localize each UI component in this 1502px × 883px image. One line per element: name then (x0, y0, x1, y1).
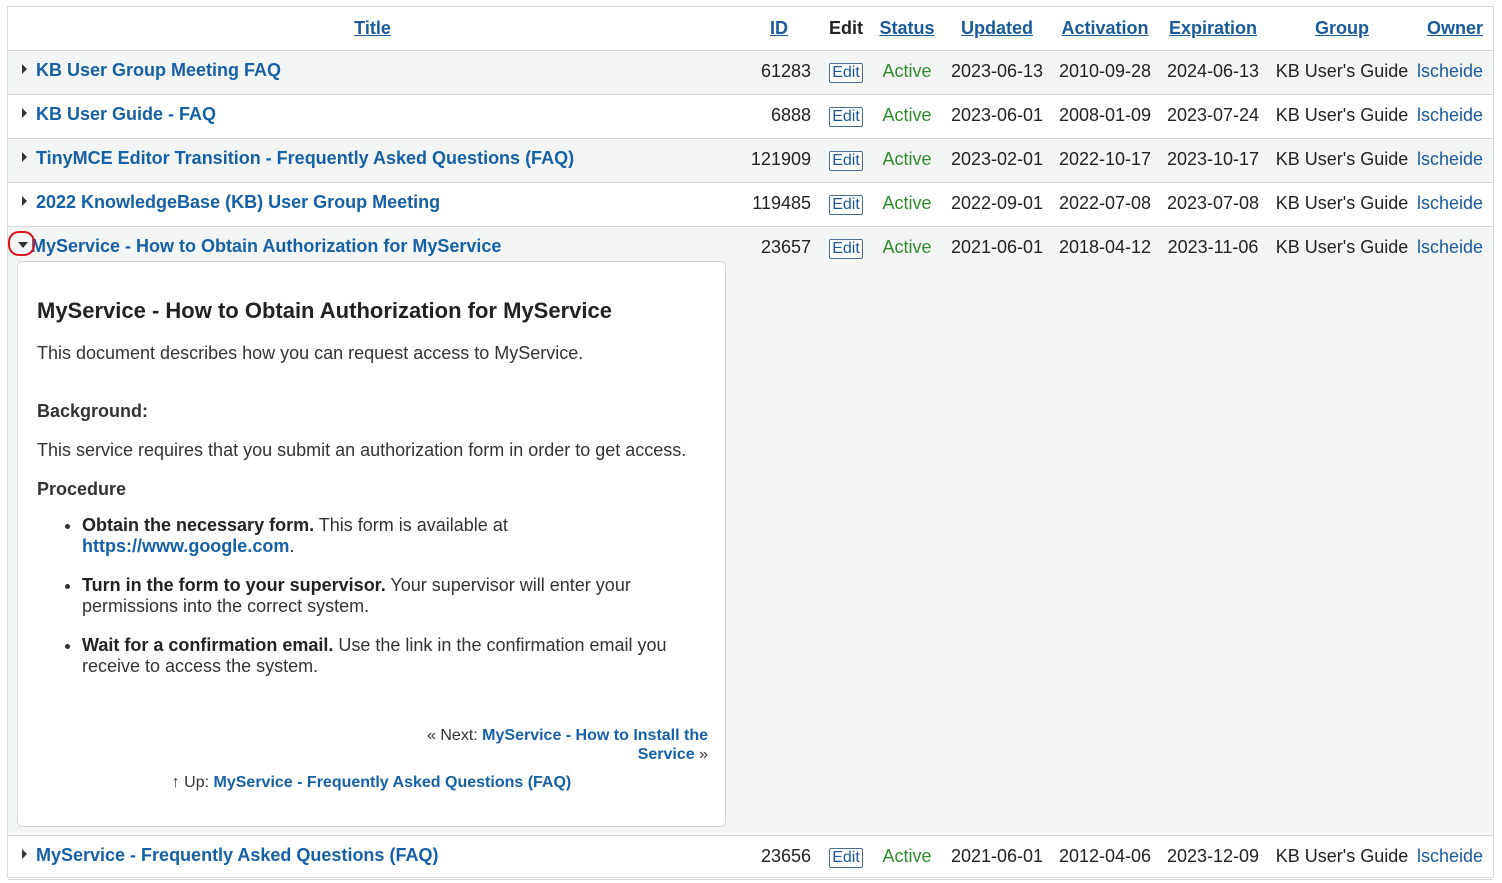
procedure-label: Procedure (37, 479, 127, 499)
updated-date: 2023-06-01 (943, 94, 1051, 139)
document-title-link[interactable]: 2022 KnowledgeBase (KB) User Group Meeti… (36, 192, 440, 212)
caret-right-icon[interactable] (22, 152, 27, 163)
status-text: Active (871, 226, 943, 836)
document-title-link[interactable]: MyService - How to Obtain Authorization … (31, 236, 501, 256)
title-cell: 2022 KnowledgeBase (KB) User Group Meeti… (8, 182, 737, 227)
preview-intro: This document describes how you can requ… (37, 343, 584, 363)
activation-date: 2008-01-09 (1051, 94, 1159, 139)
document-id: 119485 (737, 182, 821, 227)
sort-id-header[interactable]: ID (737, 7, 821, 51)
updated-date: 2023-06-13 (943, 50, 1051, 95)
owner-link[interactable]: lscheide (1417, 50, 1493, 95)
status-text: Active (871, 94, 943, 139)
next-document-link[interactable]: MyService - How to Install the Service (482, 727, 708, 763)
group-name: KB User's Guide (1267, 835, 1417, 880)
updated-date: 2021-06-01 (943, 835, 1051, 880)
expiration-date: 2023-11-06 (1159, 226, 1267, 836)
expiration-date: 2023-07-08 (1159, 182, 1267, 227)
table-row: 2022 KnowledgeBase (KB) User Group Meeti… (8, 182, 1493, 227)
caret-right-icon[interactable] (22, 64, 27, 75)
table-row: KB User Guide - FAQ 6888 Edit Active 202… (8, 94, 1493, 139)
next-navigation: « Next: MyService - How to Install the S… (427, 727, 708, 763)
requirement-text: This service requires that you submit an… (37, 440, 687, 460)
status-text: Active (871, 835, 943, 880)
caret-right-icon[interactable] (22, 108, 27, 119)
updated-date: 2023-02-01 (943, 138, 1051, 183)
title-cell: KB User Group Meeting FAQ (8, 50, 737, 95)
sort-group-header[interactable]: Group (1267, 7, 1417, 51)
expiration-date: 2023-10-17 (1159, 138, 1267, 183)
title-cell: MyService - Frequently Asked Questions (… (8, 835, 737, 880)
sort-title-header[interactable]: Title (8, 7, 737, 51)
edit-button[interactable]: Edit (829, 195, 863, 215)
document-id: 23656 (737, 835, 821, 880)
status-text: Active (871, 182, 943, 227)
status-text: Active (871, 50, 943, 95)
document-preview-panel: MyService - How to Obtain Authorization … (17, 261, 726, 827)
activation-date: 2010-09-28 (1051, 50, 1159, 95)
title-cell: MyService - How to Obtain Authorization … (8, 226, 737, 836)
expiration-date: 2024-06-13 (1159, 50, 1267, 95)
edit-button[interactable]: Edit (829, 63, 863, 83)
caret-right-icon[interactable] (22, 849, 27, 860)
sort-updated-header[interactable]: Updated (943, 7, 1051, 51)
caret-right-icon[interactable] (22, 196, 27, 207)
document-id: 6888 (737, 94, 821, 139)
table-row: KB User Group Meeting FAQ 61283 Edit Act… (8, 50, 1493, 95)
preview-heading: MyService - How to Obtain Authorization … (37, 298, 612, 323)
edit-button[interactable]: Edit (829, 239, 863, 259)
table-row: TinyMCE Editor Transition - Frequently A… (8, 138, 1493, 183)
document-title-link[interactable]: MyService - Frequently Asked Questions (… (36, 845, 438, 865)
parent-document-link[interactable]: MyService - Frequently Asked Questions (… (214, 774, 572, 791)
activation-date: 2022-07-08 (1051, 182, 1159, 227)
title-cell: KB User Guide - FAQ (8, 94, 737, 139)
edit-header: Edit (821, 7, 871, 51)
status-text: Active (871, 138, 943, 183)
edit-button[interactable]: Edit (829, 107, 863, 127)
background-label: Background: (37, 401, 149, 421)
list-item: Wait for a confirmation email. Use the l… (82, 635, 707, 677)
sort-expiration-header[interactable]: Expiration (1159, 7, 1267, 51)
document-id: 121909 (737, 138, 821, 183)
updated-date: 2022-09-01 (943, 182, 1051, 227)
procedure-steps: Obtain the necessary form. This form is … (37, 515, 707, 677)
sort-owner-header[interactable]: Owner (1417, 7, 1493, 51)
caret-down-icon[interactable] (18, 242, 28, 248)
table-row: MyService - Frequently Asked Questions (… (8, 835, 1493, 880)
group-name: KB User's Guide (1267, 226, 1417, 836)
document-title-link[interactable]: KB User Guide - FAQ (36, 104, 216, 124)
documents-table: Title ID Edit Status Updated Activation … (8, 7, 1493, 880)
group-name: KB User's Guide (1267, 94, 1417, 139)
document-title-link[interactable]: KB User Group Meeting FAQ (36, 60, 281, 80)
group-name: KB User's Guide (1267, 138, 1417, 183)
expiration-date: 2023-12-09 (1159, 835, 1267, 880)
owner-link[interactable]: lscheide (1417, 226, 1493, 836)
header-row: Title ID Edit Status Updated Activation … (8, 7, 1493, 51)
sort-status-header[interactable]: Status (871, 7, 943, 51)
group-name: KB User's Guide (1267, 182, 1417, 227)
sort-activation-header[interactable]: Activation (1051, 7, 1159, 51)
document-title-link[interactable]: TinyMCE Editor Transition - Frequently A… (36, 148, 574, 168)
owner-link[interactable]: lscheide (1417, 182, 1493, 227)
up-navigation: ↑ Up: MyService - Frequently Asked Quest… (171, 774, 572, 791)
activation-date: 2012-04-06 (1051, 835, 1159, 880)
document-id: 61283 (737, 50, 821, 95)
owner-link[interactable]: lscheide (1417, 94, 1493, 139)
edit-button[interactable]: Edit (829, 848, 863, 868)
updated-date: 2021-06-01 (943, 226, 1051, 836)
title-cell: TinyMCE Editor Transition - Frequently A… (8, 138, 737, 183)
list-item: Obtain the necessary form. This form is … (82, 515, 707, 557)
list-item: Turn in the form to your supervisor. You… (82, 575, 707, 617)
document-id: 23657 (737, 226, 821, 836)
expiration-date: 2023-07-24 (1159, 94, 1267, 139)
owner-link[interactable]: lscheide (1417, 138, 1493, 183)
edit-button[interactable]: Edit (829, 151, 863, 171)
form-link[interactable]: https://www.google.com (82, 536, 289, 556)
kb-document-list: Title ID Edit Status Updated Activation … (7, 6, 1494, 880)
activation-date: 2018-04-12 (1051, 226, 1159, 836)
table-row-expanded: MyService - How to Obtain Authorization … (8, 226, 1493, 836)
owner-link[interactable]: lscheide (1417, 835, 1493, 880)
group-name: KB User's Guide (1267, 50, 1417, 95)
activation-date: 2022-10-17 (1051, 138, 1159, 183)
